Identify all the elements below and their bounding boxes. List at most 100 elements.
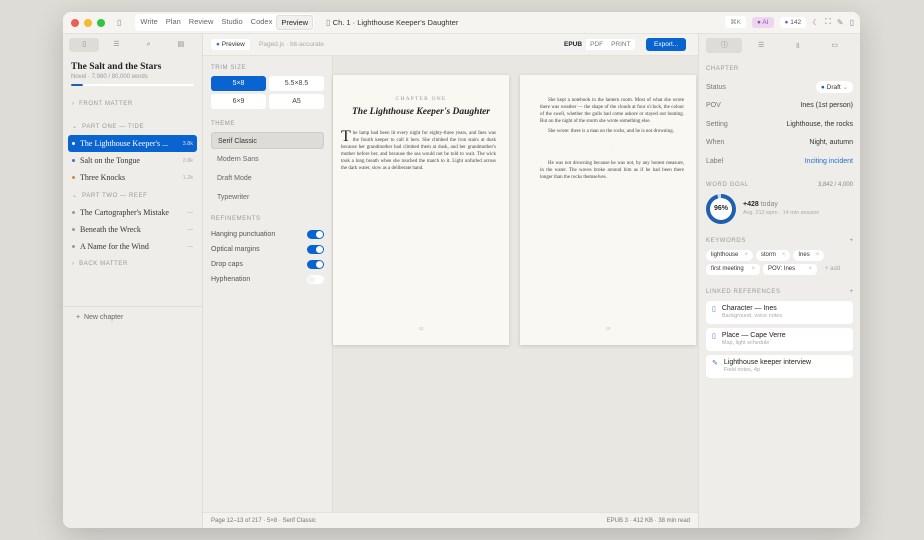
export-button[interactable]: Export... (646, 38, 687, 51)
add-keyword-button[interactable]: + add (820, 264, 845, 275)
pen-icon[interactable]: ✎ (837, 18, 844, 27)
tab-review[interactable]: Review (185, 15, 218, 30)
document-title: ▯ Ch. 1 · Lighthouse Keeper's Daughter (326, 18, 458, 27)
trim-6x9[interactable]: 6×9 (211, 94, 266, 109)
manuscript-tab-icon[interactable]: ▯ (69, 38, 100, 52)
theme-typewriter[interactable]: Typewriter (211, 189, 324, 206)
remove-keyword-icon[interactable]: × (808, 266, 812, 272)
refinement-row: Hanging punctuation (211, 227, 324, 242)
tab-codex[interactable]: Codex (247, 15, 277, 30)
comments-tab-icon[interactable]: ▭ (817, 38, 853, 53)
list-tab-icon[interactable]: ☰ (743, 38, 779, 53)
theme-draft-mode[interactable]: Draft Mode (211, 170, 324, 187)
label-value[interactable]: Inciting incident (805, 158, 853, 165)
minimize-window-button[interactable] (84, 18, 92, 27)
refinement-toggle[interactable] (307, 245, 324, 254)
field-value[interactable]: Lighthouse, the rocks (786, 121, 853, 128)
status-row: Status ● Draft ⌄ (706, 78, 853, 97)
scene-break: · (611, 144, 613, 149)
format-epub[interactable]: EPUB (560, 39, 587, 50)
word-count: — (187, 226, 194, 233)
keyword-chip[interactable]: POV: Ines × (763, 263, 817, 275)
keywords-label: KEYWORDS (706, 237, 746, 244)
refinement-label: Hanging punctuation (211, 231, 276, 238)
ai-button[interactable]: ● AI (751, 16, 774, 28)
chapter-title: A Name for the Wind (80, 242, 149, 251)
remove-keyword-icon[interactable]: × (744, 252, 748, 258)
maximize-window-button[interactable] (97, 18, 105, 27)
refinement-toggle[interactable] (307, 230, 324, 239)
tab-plan[interactable]: Plan (162, 15, 185, 30)
reference-card[interactable]: ▯ Place — Cape Verre Map, light schedule (706, 327, 853, 351)
theme-serif-classic[interactable]: Serif Classic (211, 132, 324, 149)
tab-studio[interactable]: Studio (217, 15, 246, 30)
trim-a5[interactable]: A5 (269, 94, 324, 109)
reference-subtitle: Map, light schedule (721, 339, 770, 346)
notifications-count[interactable]: ● 142 (779, 16, 807, 28)
reference-card[interactable]: ✎ Lighthouse keeper interview Field notes,… (706, 354, 853, 378)
chapter-item[interactable]: The Cartographer's Mistake — (68, 204, 197, 221)
status-dropdown[interactable]: ● Draft ⌄ (815, 81, 853, 94)
inspector-toggle-icon[interactable]: ▯ (850, 18, 854, 27)
chapter-item[interactable]: The Lighthouse Keeper's ... 3.8k (68, 135, 197, 152)
status-dot (72, 245, 75, 248)
section-part-two[interactable]: ⌄ PART TWO — REEF (63, 192, 202, 202)
close-window-button[interactable] (71, 18, 79, 27)
notes-tab-icon[interactable]: ▤ (166, 38, 196, 52)
linked-references-label: LINKED REFERENCES (706, 288, 781, 295)
chapter-title: Beneath the Wreck (80, 225, 141, 234)
outline-tab-icon[interactable]: ☰ (101, 38, 131, 52)
field-value[interactable]: Night, autumn (809, 139, 853, 146)
info-tab-icon[interactable]: ⓘ (706, 38, 743, 53)
sidebar-toggle-icon[interactable]: ▯ (117, 18, 121, 27)
refinement-toggle[interactable] (307, 260, 324, 269)
refinement-toggle[interactable] (307, 275, 324, 284)
trim-5.5x8.5[interactable]: 5.5×8.5 (269, 76, 324, 91)
search-tab-icon[interactable]: ⌕ (134, 38, 164, 52)
tab-write[interactable]: Write (136, 15, 161, 30)
keyword-chip[interactable]: lighthouse × (706, 249, 753, 261)
command-palette-button[interactable]: ⌘K (725, 16, 746, 28)
preview-toolbar: ● Preview Paged.js · bit-accurate EPUB P… (203, 34, 698, 56)
status-dot (72, 142, 75, 145)
chapter-item[interactable]: Beneath the Wreck — (68, 221, 197, 238)
keyword-chip[interactable]: first meeting × (706, 263, 760, 275)
preview-canvas: CHAPTER ONE The Lighthouse Keeper's Daug… (333, 56, 698, 512)
tab-preview[interactable]: Preview (276, 15, 314, 30)
stats-tab-icon[interactable]: ⫫ (780, 38, 816, 53)
section-front-matter[interactable]: › FRONT MATTER (63, 101, 202, 111)
status-key: Status (706, 83, 726, 91)
section-back-matter[interactable]: › BACK MATTER (63, 261, 202, 271)
add-keyword-icon[interactable]: + (849, 238, 853, 244)
preview-toggle[interactable]: ● Preview (211, 39, 250, 50)
status-dot (72, 228, 75, 231)
fullscreen-icon[interactable]: ⛶ (825, 17, 831, 27)
status-dot (72, 176, 75, 179)
theme-modern-sans[interactable]: Modern Sans (211, 151, 324, 168)
status-bar: Page 12–13 of 217 · 5×8 · Serif Classic … (203, 512, 698, 528)
remove-keyword-icon[interactable]: × (751, 266, 755, 272)
session-stats: Avg. 212 wpm · 14 min session (743, 210, 820, 216)
label-key: Label (706, 157, 724, 165)
word-goal-value: 3,842 / 4,000 (817, 181, 853, 188)
trim-5x8[interactable]: 5×8 (211, 76, 266, 91)
reference-card[interactable]: ▯ Character — Ines Background, voice notes (706, 300, 853, 324)
keyword-chip[interactable]: Ines × (793, 249, 825, 261)
remove-keyword-icon[interactable]: × (816, 252, 820, 258)
new-chapter-button[interactable]: + New chapter (63, 306, 203, 328)
chapter-item[interactable]: Salt on the Tongue 2.8k (68, 152, 197, 169)
moon-icon[interactable]: ☾ (812, 18, 819, 27)
format-switcher: EPUB PDF PRINT (560, 39, 635, 50)
chapter-item[interactable]: Three Knocks 1.2k (68, 169, 197, 186)
chapter-item[interactable]: A Name for the Wind — (68, 238, 197, 255)
format-pdf[interactable]: PDF (586, 39, 607, 50)
keyword-text: lighthouse (711, 252, 739, 258)
keyword-chip[interactable]: storm × (755, 249, 791, 261)
field-value[interactable]: Ines (1st person) (800, 102, 853, 109)
ai-label: AI (762, 18, 769, 26)
format-print[interactable]: PRINT (607, 39, 635, 50)
section-part-one[interactable]: ⌄ PART ONE — TIDE (63, 123, 202, 133)
paragraph: He was not drowning because he was not, … (540, 161, 684, 180)
add-reference-icon[interactable]: + (849, 289, 853, 295)
remove-keyword-icon[interactable]: × (782, 252, 786, 258)
